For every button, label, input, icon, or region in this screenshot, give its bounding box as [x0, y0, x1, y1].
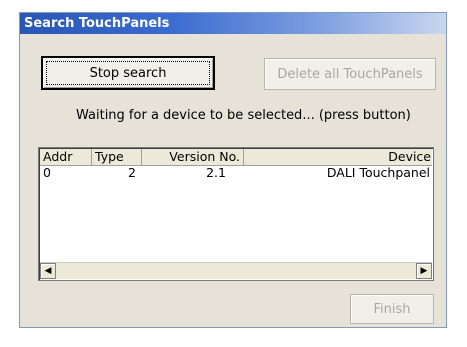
delete-all-touchpanels-button[interactable]: Delete all TouchPanels: [264, 58, 436, 90]
stop-search-button[interactable]: Stop search: [41, 56, 215, 90]
finish-label: Finish: [373, 301, 411, 317]
arrow-right-icon[interactable]: ▶: [416, 263, 432, 279]
column-header-device[interactable]: Device: [244, 149, 434, 165]
table-row[interactable]: 0 2 2.1 DALI Touchpanel: [40, 166, 432, 180]
window-title: Search TouchPanels: [20, 13, 446, 34]
column-header-type[interactable]: Type: [92, 149, 142, 165]
arrow-left-icon[interactable]: ◀: [40, 263, 56, 279]
delete-all-label: Delete all TouchPanels: [277, 66, 423, 82]
column-header-version[interactable]: Version No.: [142, 149, 244, 165]
cell-device: DALI Touchpanel: [326, 165, 430, 180]
cell-type: 2: [128, 165, 136, 180]
status-text: Waiting for a device to be selected... (…: [76, 108, 411, 123]
column-header-addr[interactable]: Addr: [40, 149, 92, 165]
touchpanel-list[interactable]: Addr Type Version No. Device 0 2 2.1 DAL…: [38, 147, 434, 281]
focus-rectangle: [46, 61, 210, 85]
finish-button[interactable]: Finish: [350, 294, 434, 324]
search-touchpanels-dialog: Search TouchPanels Stop search Delete al…: [19, 12, 447, 328]
list-header: Addr Type Version No. Device: [40, 149, 432, 166]
cell-addr: 0: [43, 165, 51, 180]
cell-version: 2.1: [206, 165, 226, 180]
horizontal-scrollbar[interactable]: ◀ ▶: [40, 262, 432, 279]
